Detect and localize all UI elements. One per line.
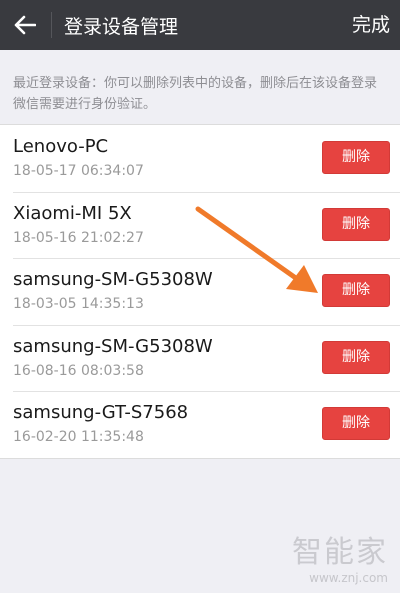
arrow-left-icon bbox=[14, 15, 36, 35]
annotation-arrow-icon bbox=[195, 206, 318, 293]
delete-button[interactable]: 删除 bbox=[322, 340, 390, 374]
device-row: samsung-GT-S7568 16-02-20 11:35:48 删除 bbox=[0, 391, 400, 458]
device-login-time: 16-02-20 11:35:48 bbox=[13, 429, 144, 445]
delete-button[interactable]: 删除 bbox=[322, 207, 390, 241]
watermark-url: www.znj.com bbox=[309, 571, 388, 585]
device-row: samsung-SM-G5308W 16-08-16 08:03:58 删除 bbox=[0, 324, 400, 392]
hint-text: 最近登录设备：你可以删除列表中的设备，删除后在该设备登录微信需要进行身份验证。 bbox=[13, 76, 378, 112]
device-name: samsung-SM-G5308W bbox=[13, 269, 213, 290]
delete-button[interactable]: 删除 bbox=[322, 141, 390, 174]
device-name: samsung-SM-G5308W bbox=[13, 335, 213, 357]
device-row: Lenovo-PC 18-05-17 06:34:07 删除 bbox=[0, 125, 400, 192]
page-title: 登录设备管理 bbox=[64, 15, 179, 38]
device-login-time: 18-05-16 21:02:27 bbox=[13, 229, 144, 246]
watermark: 智能家 www.znj.com bbox=[292, 527, 388, 585]
delete-button[interactable]: 删除 bbox=[322, 407, 390, 440]
device-login-time: 18-03-05 14:35:13 bbox=[13, 296, 144, 312]
device-login-time: 18-05-17 06:34:07 bbox=[13, 163, 144, 179]
device-login-time: 16-08-16 08:03:58 bbox=[13, 362, 144, 379]
back-button[interactable] bbox=[0, 0, 50, 50]
device-name: Lenovo-PC bbox=[13, 136, 109, 157]
device-name: Xiaomi-MI 5X bbox=[13, 202, 132, 224]
device-name: samsung-GT-S7568 bbox=[13, 402, 189, 423]
delete-button[interactable]: 删除 bbox=[322, 274, 390, 307]
header-divider bbox=[51, 12, 52, 38]
done-button[interactable]: 完成 bbox=[352, 0, 390, 50]
watermark-logo: 智能家 bbox=[292, 535, 388, 570]
top-bar: 登录设备管理 完成 bbox=[0, 0, 400, 50]
